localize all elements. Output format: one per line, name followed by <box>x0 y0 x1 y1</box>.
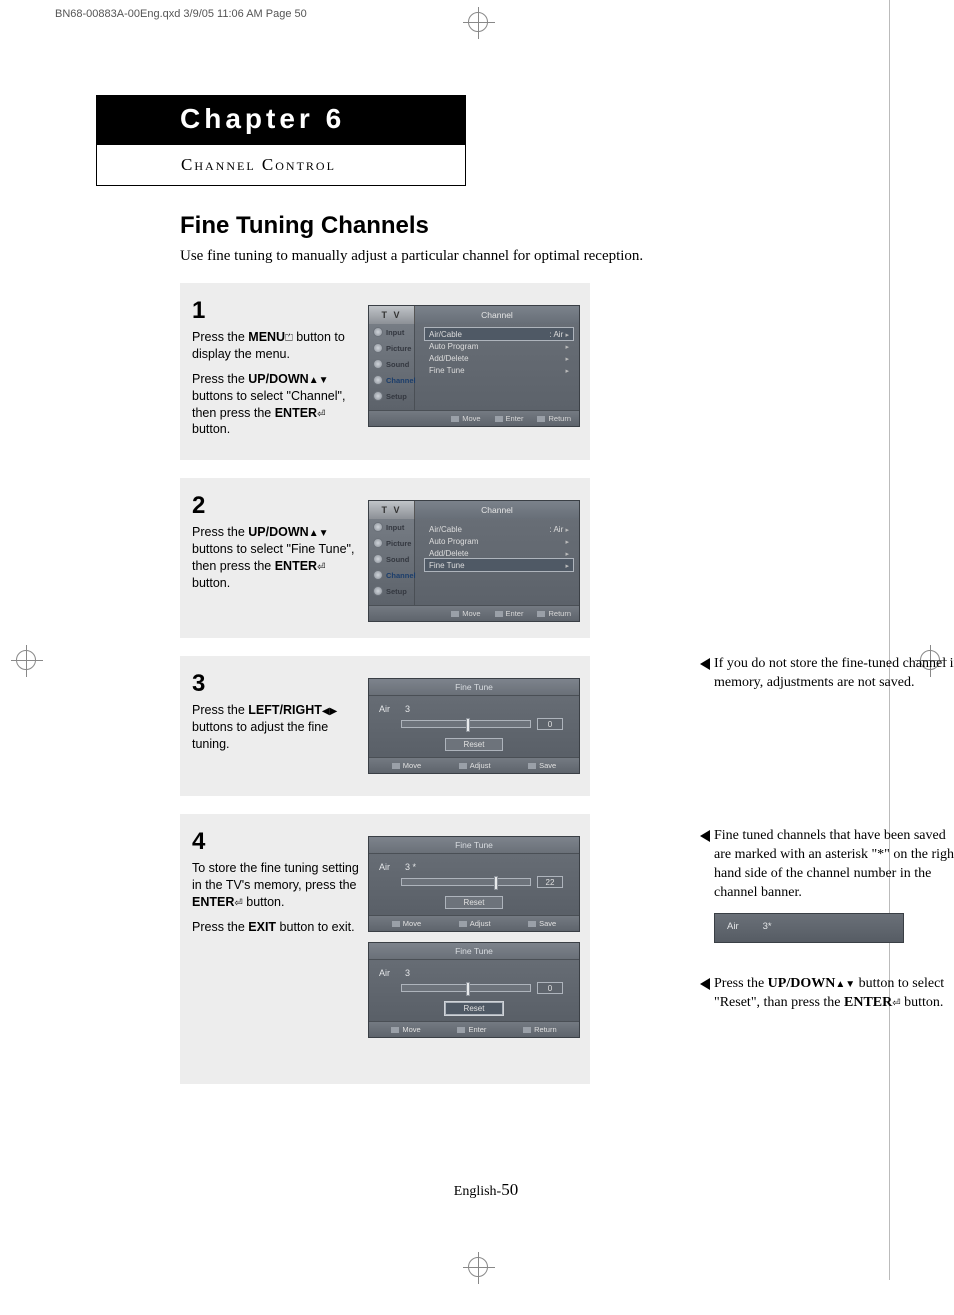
osd-menu-item: Fine Tune ▸ <box>425 364 573 376</box>
osd-hint: Move <box>392 761 421 770</box>
osd-menu-item: Fine Tune ▸ <box>425 559 573 571</box>
osd-screenshot: T V Channel Input Picture Sound Channel … <box>368 500 580 622</box>
picture-icon <box>373 538 383 548</box>
triangle-left-icon <box>700 658 710 670</box>
osd-hint: Move <box>392 919 421 928</box>
osd-menu-item: Add/Delete ▸ <box>425 547 573 559</box>
channel-icon <box>373 570 383 580</box>
page-footer: English-50 <box>96 1180 876 1200</box>
osd-footer: Move Enter Return <box>369 605 579 621</box>
ft-slider: 0 <box>401 718 563 730</box>
picture-icon <box>373 343 383 353</box>
chapter-title: Chapter 6 <box>96 95 466 145</box>
fine-tune-osd: Fine Tune Air 3 * 22 Reset Move Adjust Sav… <box>368 836 580 932</box>
osd-hint: Adjust <box>459 761 491 770</box>
osd-screenshot: Fine Tune Air 3 0 Reset Move Adjust Save <box>368 678 580 774</box>
step-2: 2 Press the UP/DOWN▲▼ buttons to select … <box>180 478 590 638</box>
note-text: If you do not store the fine-tuned chann… <box>714 656 954 690</box>
fine-tune-osd: Fine Tune Air 3 0 Reset Move Adjust Save <box>368 678 580 774</box>
banner-source: Air <box>727 921 739 934</box>
osd-hint: Return <box>523 1025 557 1034</box>
ft-title: Fine Tune <box>369 837 579 854</box>
osd-menu-item: Auto Program ▸ <box>425 340 573 352</box>
osd-hint: Save <box>528 761 556 770</box>
ft-reset: Reset <box>445 1002 503 1015</box>
ft-value: 0 <box>537 982 563 994</box>
banner-channel: 3* <box>763 921 772 934</box>
print-header: BN68-00883A-00Eng.qxd 3/9/05 11:06 AM Pa… <box>55 8 307 20</box>
ft-title: Fine Tune <box>369 943 579 960</box>
osd-menu-item: Air/Cable: Air ▸ <box>425 328 573 340</box>
osd-hint: Move <box>451 609 480 618</box>
osd-hint: Enter <box>495 609 524 618</box>
osd-hint: Save <box>528 919 556 928</box>
slider-handle-icon <box>466 718 470 732</box>
osd-menu-item: Add/Delete ▸ <box>425 352 573 364</box>
channel-banner: Air 3* <box>714 913 904 943</box>
ft-reset: Reset <box>445 896 503 909</box>
osd-hint: Enter <box>457 1025 486 1034</box>
step-1: 1 Press the MENU⏍ button to display the … <box>180 283 590 460</box>
osd-hint: Return <box>537 414 571 423</box>
ft-title: Fine Tune <box>369 679 579 696</box>
note-text: Press the UP/DOWN▲▼ button to select "Re… <box>714 976 944 1010</box>
step-text: Press the UP/DOWN▲▼ buttons to select "F… <box>192 524 367 592</box>
note-text: Fine tuned channels that have been saved… <box>714 828 954 900</box>
sound-icon <box>373 359 383 369</box>
step-3: 3 Press the LEFT/RIGHT◀▶ buttons to adju… <box>180 656 590 796</box>
page-content: Chapter 6 Channel Control Fine Tuning Ch… <box>96 95 876 1102</box>
osd-hint: Enter <box>495 414 524 423</box>
ft-reset: Reset <box>445 738 503 751</box>
osd-sidebar: Input Picture Sound Channel Setup <box>369 519 415 605</box>
slider-handle-icon <box>494 876 498 890</box>
osd-screenshot: T V Channel Input Picture Sound Channel … <box>368 305 580 427</box>
ft-footer: Move Adjust Save <box>369 757 579 773</box>
triangle-left-icon <box>700 978 710 990</box>
ft-footer: Move Adjust Save <box>369 915 579 931</box>
ft-slider: 0 <box>401 982 563 994</box>
step-4: 4 To store the fine tuning setting in th… <box>180 814 590 1084</box>
osd-hint: Return <box>537 609 571 618</box>
triangle-left-icon <box>700 830 710 842</box>
input-icon <box>373 327 383 337</box>
osd-footer: Move Enter Return <box>369 410 579 426</box>
osd-hint: Move <box>451 414 480 423</box>
osd-title: Channel <box>415 501 579 519</box>
sound-icon <box>373 554 383 564</box>
step-text: Press the MENU⏍ button to display the me… <box>192 329 367 438</box>
osd-main: Air/Cable: Air ▸Auto Program ▸Add/Delete… <box>415 519 579 605</box>
section-title: Fine Tuning Channels <box>180 212 876 240</box>
crop-mark-icon <box>468 1257 488 1277</box>
input-icon <box>373 522 383 532</box>
slider-handle-icon <box>466 982 470 996</box>
ft-footer: Move Enter Return <box>369 1021 579 1037</box>
osd-title: Channel <box>415 306 579 324</box>
osd-screenshot: Fine Tune Air 3 * 22 Reset Move Adjust Sav… <box>368 836 580 1038</box>
setup-icon <box>373 586 383 596</box>
crop-mark-icon <box>468 12 488 32</box>
osd-hint: Move <box>391 1025 420 1034</box>
ft-channel: Air 3 <box>379 704 569 714</box>
fine-tune-osd: Fine Tune Air 3 0 Reset Move Enter Return <box>368 942 580 1038</box>
page-edge <box>889 0 890 1280</box>
crop-mark-icon <box>16 650 36 670</box>
ft-channel: Air 3 * <box>379 862 569 872</box>
osd-menu-item: Auto Program ▸ <box>425 535 573 547</box>
ft-channel: Air 3 <box>379 968 569 978</box>
chapter-subtitle: Channel Control <box>96 145 466 186</box>
osd-sidebar: Input Picture Sound Channel Setup <box>369 324 415 410</box>
channel-icon <box>373 375 383 385</box>
step-text: To store the fine tuning setting in the … <box>192 860 367 936</box>
osd-hint: Adjust <box>459 919 491 928</box>
setup-icon <box>373 391 383 401</box>
ft-value: 0 <box>537 718 563 730</box>
ft-slider: 22 <box>401 876 563 888</box>
step-text: Press the LEFT/RIGHT◀▶ buttons to adjust… <box>192 702 367 753</box>
intro-text: Use fine tuning to manually adjust a par… <box>180 248 876 265</box>
osd-menu-item: Air/Cable: Air ▸ <box>425 523 573 535</box>
osd-main: Air/Cable: Air ▸Auto Program ▸Add/Delete… <box>415 324 579 410</box>
osd-tv-label: T V <box>369 306 415 324</box>
ft-value: 22 <box>537 876 563 888</box>
